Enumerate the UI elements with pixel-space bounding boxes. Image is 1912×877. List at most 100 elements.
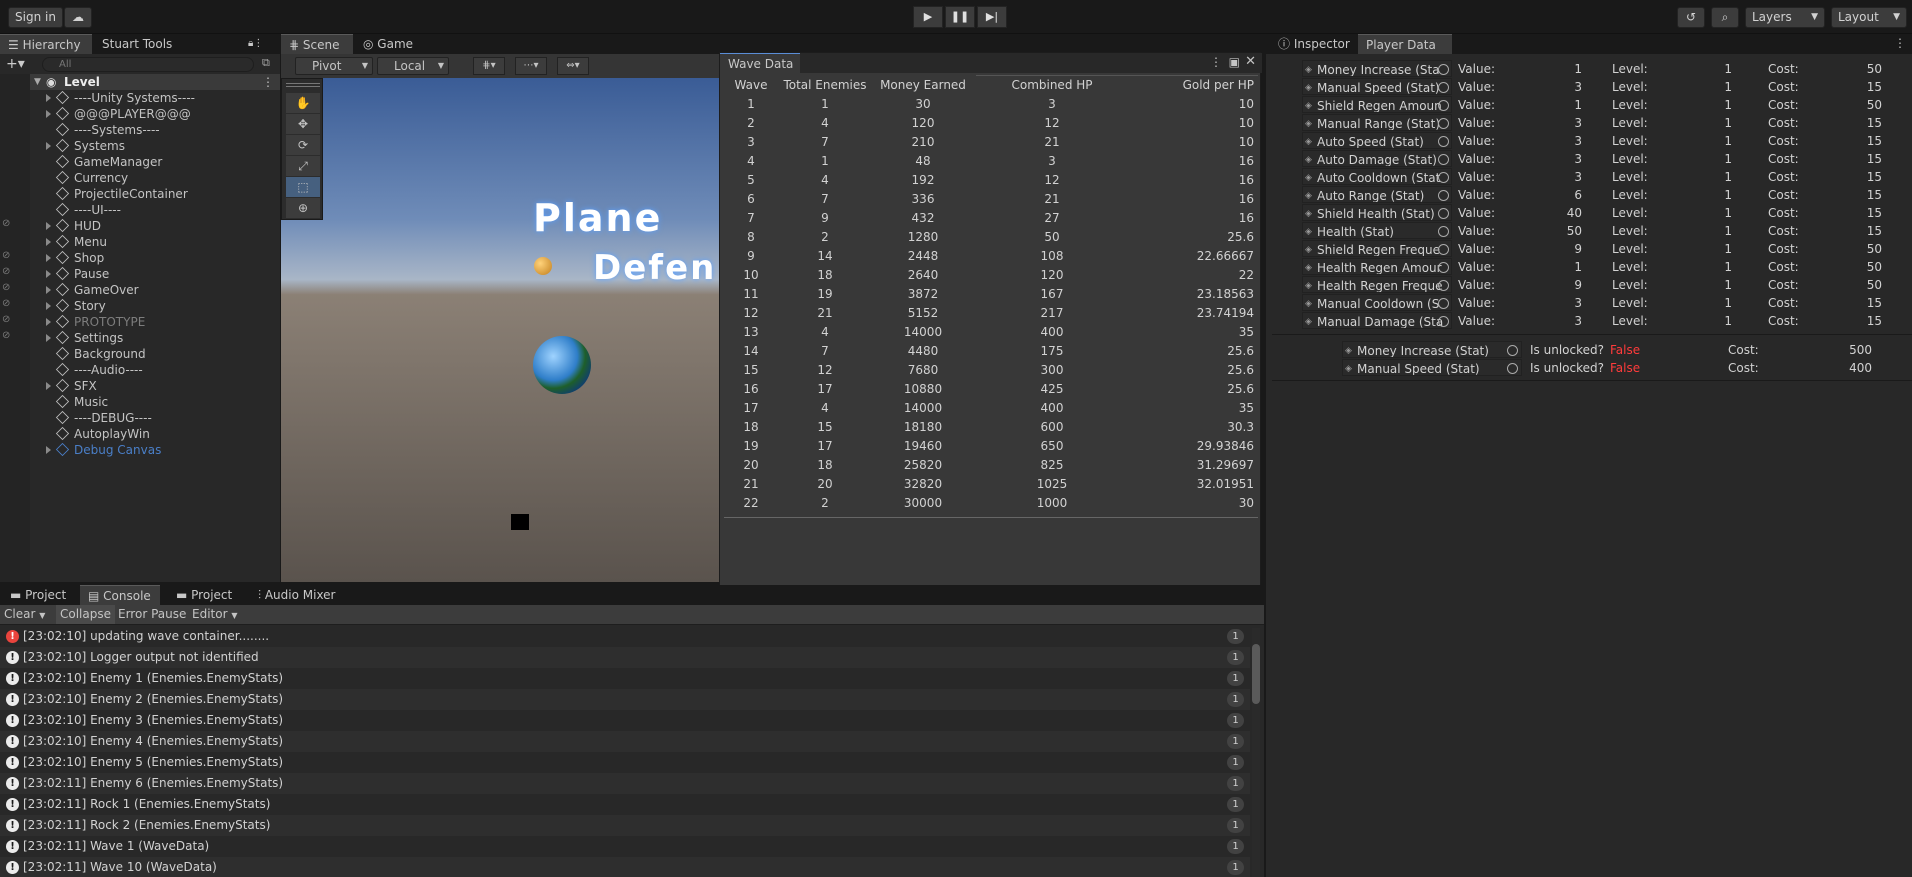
stat-object-field[interactable]: ◈ Shield Regen Freque: [1302, 240, 1452, 257]
object-picker-icon[interactable]: [1438, 226, 1449, 237]
tab-hierarchy[interactable]: ☰ Hierarchy: [0, 34, 92, 54]
expand-arrow-icon[interactable]: [46, 270, 51, 278]
menu-icon[interactable]: ⋮: [1894, 36, 1906, 50]
object-picker-icon[interactable]: [1438, 154, 1449, 165]
hierarchy-item[interactable]: Pause: [46, 266, 278, 282]
object-picker-icon[interactable]: [1438, 172, 1449, 183]
hierarchy-item[interactable]: Music: [46, 394, 278, 410]
object-picker-icon[interactable]: [1438, 118, 1449, 129]
tab-inspector[interactable]: ⓘ Inspector: [1270, 34, 1358, 54]
scene-viewport[interactable]: Plane Defen ✋ ✥ ⟳ ⤢ ⬚ ⊕: [281, 78, 721, 582]
hierarchy-item[interactable]: @@@PLAYER@@@: [46, 106, 278, 122]
step-button[interactable]: ▶|: [977, 6, 1007, 28]
stat-object-field[interactable]: ◈ Money Increase (Sta: [1302, 60, 1452, 77]
tab-wave-data[interactable]: Wave Data: [720, 53, 800, 73]
hierarchy-item[interactable]: Settings: [46, 330, 278, 346]
play-button[interactable]: ▶: [913, 6, 943, 28]
hierarchy-item[interactable]: Currency: [46, 170, 278, 186]
stat-object-field[interactable]: ◈ Auto Speed (Stat): [1302, 132, 1452, 149]
log-entry[interactable]: ! [23:02:11] Wave 10 (WaveData) 1: [0, 857, 1250, 877]
tab-scene[interactable]: ⋕ Scene: [281, 34, 353, 54]
hierarchy-item[interactable]: GameOver: [46, 282, 278, 298]
history-icon[interactable]: ↺: [1677, 7, 1705, 28]
object-picker-icon[interactable]: [1438, 82, 1449, 93]
stat-object-field[interactable]: ◈ Health Regen Freque: [1302, 276, 1452, 293]
hidden-eye-icon[interactable]: ⊘: [2, 218, 10, 229]
drag-handle[interactable]: [286, 83, 320, 87]
tab-console[interactable]: ▤ Console: [80, 585, 160, 605]
expand-arrow-icon[interactable]: [46, 446, 51, 454]
hierarchy-search-input[interactable]: All: [42, 57, 254, 72]
search-icon[interactable]: ⌕: [1711, 7, 1739, 28]
snap-icon[interactable]: ⋯▾: [515, 57, 547, 75]
console-scrollbar[interactable]: [1252, 628, 1260, 877]
expand-arrow-icon[interactable]: [46, 334, 51, 342]
tab-project[interactable]: ▬ Project: [2, 585, 74, 605]
hierarchy-item[interactable]: GameManager: [46, 154, 278, 170]
expand-arrow-icon[interactable]: [46, 94, 51, 102]
move-tool-icon[interactable]: ✥: [286, 114, 320, 134]
editor-dropdown[interactable]: Editor ▼: [192, 607, 238, 621]
hidden-eye-icon[interactable]: ⊘: [2, 330, 10, 341]
rotate-tool-icon[interactable]: ⟳: [286, 135, 320, 155]
scrollbar-thumb[interactable]: [1252, 644, 1260, 704]
object-picker-icon[interactable]: [1438, 244, 1449, 255]
log-entry[interactable]: ! [23:02:10] Enemy 5 (Enemies.EnemyStats)…: [0, 752, 1250, 773]
hidden-eye-icon[interactable]: ⊘: [2, 298, 10, 309]
col-header[interactable]: Combined HP: [976, 75, 1128, 95]
object-picker-icon[interactable]: [1438, 136, 1449, 147]
expand-arrow-icon[interactable]: [46, 382, 51, 390]
object-picker-icon[interactable]: [1438, 316, 1449, 327]
object-picker-icon[interactable]: [1438, 190, 1449, 201]
col-header[interactable]: Wave: [722, 76, 780, 95]
sign-in-button[interactable]: Sign in: [8, 7, 63, 28]
layers-dropdown[interactable]: Layers ▼: [1745, 7, 1825, 28]
tab-game[interactable]: ◎ Game: [355, 34, 421, 54]
hidden-eye-icon[interactable]: ⊘: [2, 314, 10, 325]
hierarchy-item[interactable]: Shop: [46, 250, 278, 266]
col-header[interactable]: Money Earned: [870, 76, 976, 95]
hierarchy-item[interactable]: ----Audio----: [46, 362, 278, 378]
object-picker-icon[interactable]: [1438, 262, 1449, 273]
hierarchy-item[interactable]: Menu: [46, 234, 278, 250]
collapse-button[interactable]: Collapse: [56, 605, 115, 624]
close-icon[interactable]: ✕: [1245, 54, 1256, 69]
stat-object-field[interactable]: ◈ Auto Range (Stat): [1302, 186, 1452, 203]
object-picker-icon[interactable]: [1438, 64, 1449, 75]
hidden-eye-icon[interactable]: ⊘: [2, 250, 10, 261]
log-entry[interactable]: ! [23:02:11] Enemy 6 (Enemies.EnemyStats)…: [0, 773, 1250, 794]
stat-object-field[interactable]: ◈ Shield Regen Amoun: [1302, 96, 1452, 113]
scale-tool-icon[interactable]: ⤢: [286, 156, 320, 176]
stat-object-field[interactable]: ◈ Shield Health (Stat): [1302, 204, 1452, 221]
pivot-dropdown[interactable]: Pivot ▼: [295, 57, 373, 75]
maximize-icon[interactable]: ▣: [1229, 55, 1240, 69]
hierarchy-item[interactable]: ----UI----: [46, 202, 278, 218]
stat-object-field[interactable]: ◈ Manual Damage (Sta: [1302, 312, 1452, 329]
local-dropdown[interactable]: Local ▼: [377, 57, 449, 75]
increment-icon[interactable]: ⇔▾: [557, 57, 589, 75]
expand-arrow-icon[interactable]: [46, 302, 51, 310]
hierarchy-item[interactable]: ProjectileContainer: [46, 186, 278, 202]
hand-tool-icon[interactable]: ✋: [286, 93, 320, 113]
pause-button[interactable]: ❚❚: [945, 6, 975, 28]
layout-dropdown[interactable]: Layout ▼: [1831, 7, 1907, 28]
object-picker-icon[interactable]: [1438, 100, 1449, 111]
log-entry[interactable]: ! [23:02:11] Rock 1 (Enemies.EnemyStats) 1: [0, 794, 1250, 815]
tab-player-data[interactable]: Player Data: [1358, 34, 1452, 54]
expand-arrow-icon[interactable]: [46, 254, 51, 262]
stat-object-field[interactable]: ◈ Manual Speed (Stat): [1302, 78, 1452, 95]
log-entry[interactable]: ! [23:02:10] Enemy 4 (Enemies.EnemyStats)…: [0, 731, 1250, 752]
hidden-eye-icon[interactable]: ⊘: [2, 266, 10, 277]
menu-icon[interactable]: ⋮: [262, 74, 274, 90]
col-header[interactable]: Total Enemies: [780, 76, 870, 95]
expand-arrow-icon[interactable]: [46, 318, 51, 326]
hierarchy-item[interactable]: PROTOTYPE: [46, 314, 278, 330]
stat-object-field[interactable]: ◈ Manual Range (Stat): [1302, 114, 1452, 131]
add-icon[interactable]: +▾: [6, 56, 25, 72]
log-entry[interactable]: ! [23:02:11] Wave 1 (WaveData) 1: [0, 836, 1250, 857]
lock-icon[interactable]: 🔒︎⋮: [240, 34, 271, 54]
error-pause-button[interactable]: Error Pause: [118, 607, 186, 621]
log-entry[interactable]: ! [23:02:10] Enemy 2 (Enemies.EnemyStats)…: [0, 689, 1250, 710]
log-entry[interactable]: ! [23:02:10] Enemy 1 (Enemies.EnemyStats)…: [0, 668, 1250, 689]
log-entry[interactable]: ! [23:02:10] Enemy 3 (Enemies.EnemyStats)…: [0, 710, 1250, 731]
